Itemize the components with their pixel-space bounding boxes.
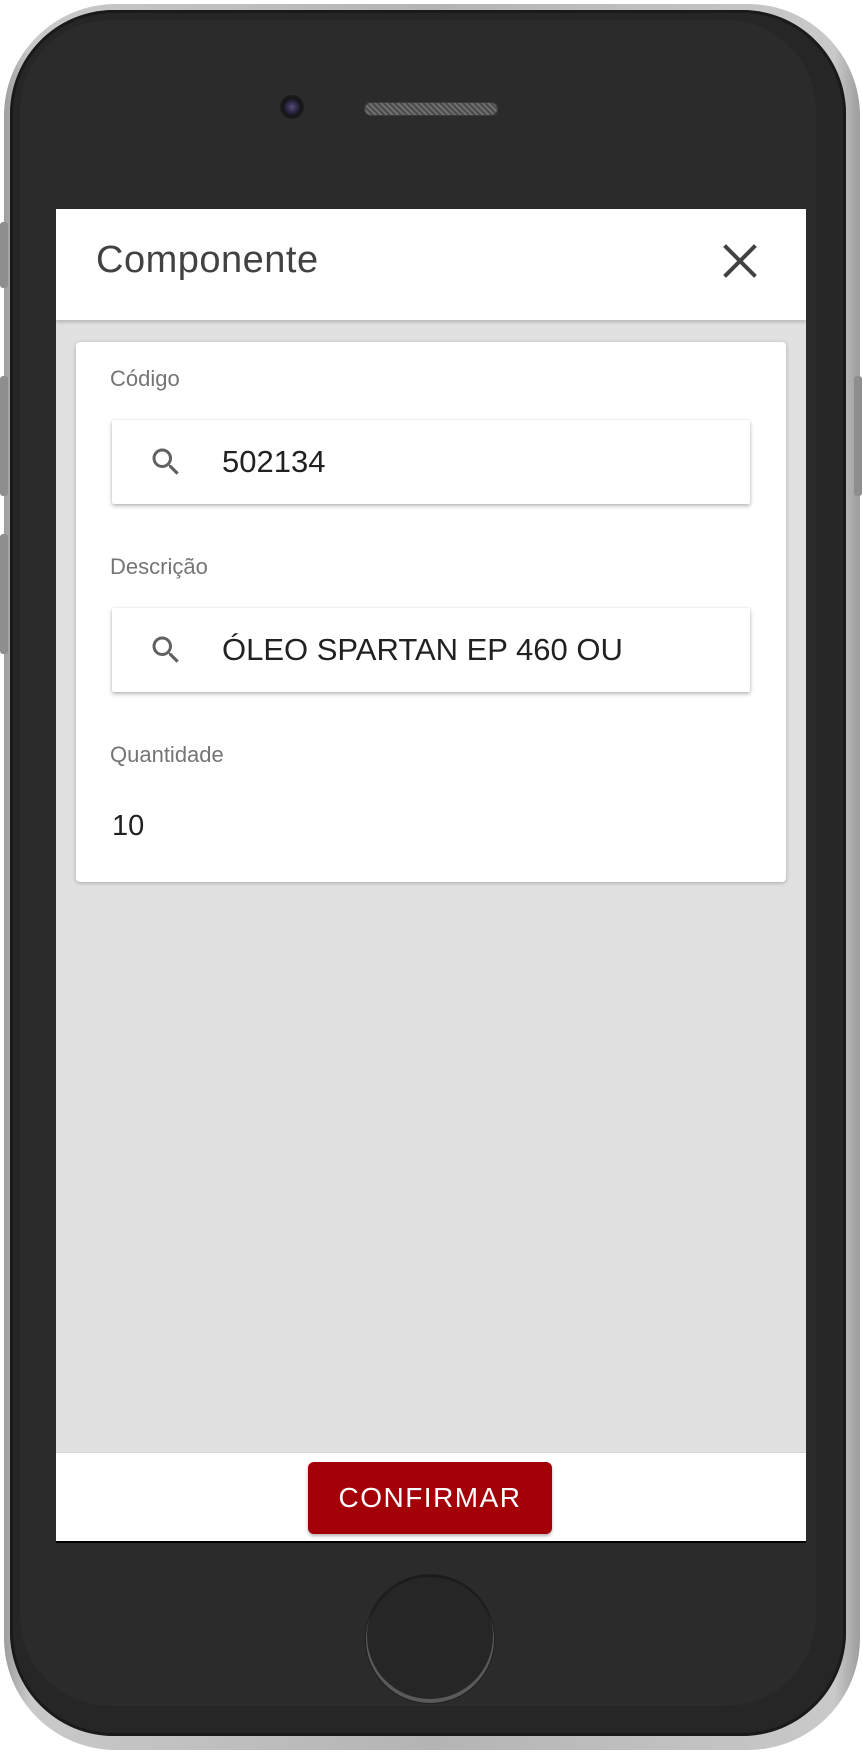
front-camera [282, 97, 302, 117]
quantidade-label: Quantidade [110, 742, 224, 767]
device-frame: Componente Código 502134 Descrição ÓLEO … [0, 0, 862, 1754]
earpiece-speaker [364, 102, 498, 116]
screen-edge [56, 1541, 806, 1543]
volume-down-button [0, 534, 8, 654]
component-form-card: Código 502134 Descrição ÓLEO SPARTAN EP … [76, 342, 786, 882]
close-icon [723, 244, 757, 278]
confirm-button[interactable]: CONFIRMAR [308, 1462, 552, 1534]
codigo-value: 502134 [222, 444, 326, 479]
app-header: Componente [56, 209, 806, 320]
search-icon [152, 448, 179, 475]
quantidade-input[interactable]: 10 [112, 810, 144, 843]
footer-bar: CONFIRMAR [56, 1452, 806, 1542]
close-button[interactable] [716, 237, 764, 285]
power-button [854, 376, 862, 496]
codigo-label: Código [110, 366, 180, 391]
mute-switch [0, 222, 8, 288]
volume-up-button [0, 376, 8, 496]
descricao-search-field[interactable]: ÓLEO SPARTAN EP 460 OU [112, 608, 750, 692]
descricao-value: ÓLEO SPARTAN EP 460 OU [222, 632, 623, 667]
descricao-label: Descrição [110, 554, 208, 579]
codigo-search-field[interactable]: 502134 [112, 420, 750, 504]
app-screen: Componente Código 502134 Descrição ÓLEO … [56, 209, 806, 1543]
home-button[interactable] [366, 1575, 494, 1703]
search-icon [152, 636, 179, 663]
page-title: Componente [96, 239, 319, 281]
